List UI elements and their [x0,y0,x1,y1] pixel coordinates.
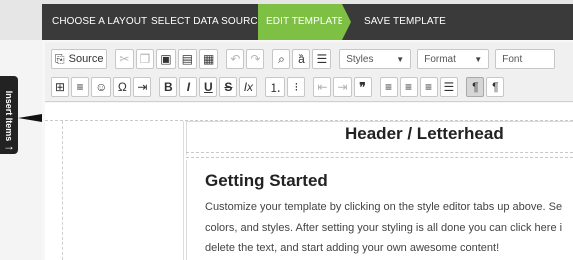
font-label: Font [502,53,523,65]
step-select-data-source[interactable]: SELECT DATA SOURCE [151,4,265,40]
insert-items-label: Insert Items [4,90,14,142]
rtl-icon: ¶ [492,80,499,94]
paste-word-button[interactable]: ▦ [198,49,219,69]
smiley-button[interactable]: ☺ [91,77,112,97]
horizontal-line-icon: ≡ [76,80,84,94]
outdent-button[interactable]: ⇤ [313,77,332,97]
header-divider [186,152,573,158]
redo-button[interactable]: ↷ [246,49,265,69]
numbered-list-button[interactable]: ⒈ [265,77,286,97]
toolbar-row-2: ⊞ ≡ ☺ Ω ⇥ B I U S Ix ⒈ ⁝ ⇤ ⇥ ❞ ≡ ≡ ≡ ☰ ¶… [51,76,512,98]
paste-text-icon: ▤ [181,52,193,66]
source-icon: ⎘ [55,51,65,66]
align-center-icon: ≡ [405,80,413,94]
format-label: Format [424,53,456,65]
font-dropdown[interactable]: Font [495,49,556,69]
content-paragraph-line[interactable]: colors, and styles. After setting your s… [205,222,562,234]
blockquote-button[interactable]: ❞ [353,77,372,97]
copy-icon: ❐ [139,52,151,66]
numbered-list-icon: ⒈ [269,80,282,95]
source-button[interactable]: ⎘ Source [51,49,108,69]
remove-format-icon: Ix [243,80,254,94]
smiley-icon: ☺ [95,80,108,94]
indent-button[interactable]: ⇥ [333,77,352,97]
redo-icon: ↷ [250,52,261,66]
left-column [62,121,184,260]
undo-button[interactable]: ↶ [226,49,245,69]
content-paragraph-line[interactable]: Customize your template by clicking on t… [205,201,562,213]
ltr-button[interactable]: ¶ [466,77,485,97]
table-icon: ⊞ [55,80,66,94]
justify-button[interactable]: ☰ [439,77,459,97]
align-right-button[interactable]: ≡ [419,77,438,97]
table-button[interactable]: ⊞ [51,77,70,97]
select-all-button[interactable]: ☰ [312,49,332,69]
toolbar-row-1: ⎘ Source ✂ ❐ ▣ ▤ ▦ ↶ ↷ ⌕ ȁ ☰ Styles ▼ Fo… [51,48,561,70]
insert-items-tab[interactable]: Insert Items → [0,76,18,154]
content-heading[interactable]: Getting Started [205,171,328,191]
strike-button[interactable]: S [219,77,238,97]
bulleted-list-button[interactable]: ⁝ [287,77,306,97]
copy-button[interactable]: ❐ [135,49,155,69]
select-all-icon: ☰ [316,52,328,66]
bold-button[interactable]: B [159,77,178,97]
blockquote-icon: ❞ [359,80,366,94]
find-icon: ⌕ [278,51,285,66]
replace-button[interactable]: ȁ [292,49,311,69]
paste-button[interactable]: ▣ [156,49,176,69]
header-title[interactable]: Header / Letterhead [345,124,504,144]
ltr-icon: ¶ [472,80,479,94]
styles-label: Styles [346,53,374,65]
bulleted-list-icon: ⁝ [294,80,299,94]
cut-icon: ✂ [119,52,130,66]
chevron-down-icon: ▼ [474,54,483,64]
undo-icon: ↶ [230,52,241,66]
find-button[interactable]: ⌕ [272,49,291,69]
chevron-down-icon: ▼ [396,54,405,64]
styles-dropdown[interactable]: Styles ▼ [339,49,412,69]
content-paragraph-line[interactable]: delete the text, and start adding your o… [205,242,499,254]
align-left-button[interactable]: ≡ [379,77,398,97]
strike-icon: S [224,80,233,94]
format-dropdown[interactable]: Format ▼ [417,49,490,69]
page-break-icon: ⇥ [137,80,148,94]
step-choose-layout[interactable]: CHOOSE A LAYOUT [52,4,147,40]
canvas-top-band [45,103,573,121]
cut-button[interactable]: ✂ [115,49,134,69]
remove-format-button[interactable]: Ix [239,77,258,97]
underline-icon: U [204,80,213,94]
step-edit-template[interactable]: EDIT TEMPLATE [258,4,351,40]
indent-icon: ⇥ [337,80,348,94]
special-char-button[interactable]: Ω [113,77,132,97]
special-char-icon: Ω [117,80,127,94]
paste-word-icon: ▦ [202,52,215,66]
align-right-icon: ≡ [425,80,433,94]
editor-toolbar: ⎘ Source ✂ ❐ ▣ ▤ ▦ ↶ ↷ ⌕ ȁ ☰ Styles ▼ Fo… [45,42,573,102]
align-center-button[interactable]: ≡ [399,77,418,97]
underline-button[interactable]: U [199,77,218,97]
paste-text-button[interactable]: ▤ [177,49,197,69]
rtl-button[interactable]: ¶ [486,77,505,97]
horizontal-line-button[interactable]: ≡ [71,77,90,97]
replace-icon: ȁ [298,52,305,66]
align-left-icon: ≡ [385,80,393,94]
justify-icon: ☰ [443,80,455,94]
paste-icon: ▣ [160,52,172,66]
step-save-template[interactable]: SAVE TEMPLATE [364,4,446,40]
italic-icon: I [186,80,191,94]
bold-icon: B [164,80,173,94]
outdent-icon: ⇤ [317,80,328,94]
page-break-button[interactable]: ⇥ [133,77,152,97]
italic-button[interactable]: I [179,77,198,97]
source-label: Source [68,53,104,65]
arrow-right-icon: → [3,139,15,153]
